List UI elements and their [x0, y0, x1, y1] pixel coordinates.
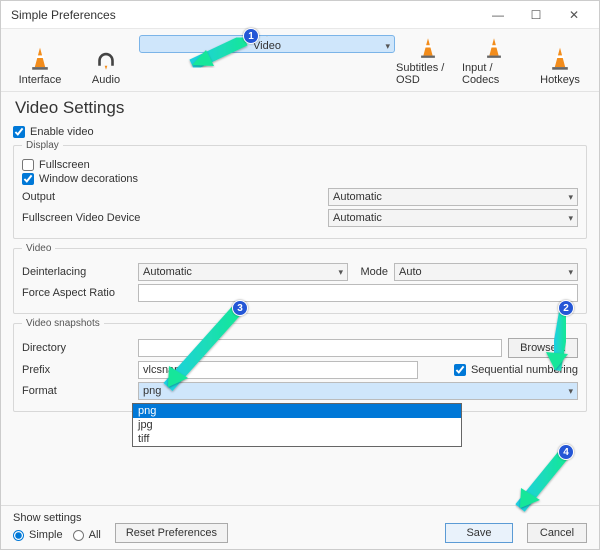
prefix-label: Prefix: [22, 364, 132, 376]
cone-icon: [547, 45, 573, 71]
directory-label: Directory: [22, 342, 132, 354]
group-legend: Video snapshots: [22, 318, 104, 329]
aspectratio-label: Force Aspect Ratio: [22, 287, 132, 299]
headphones-icon: [93, 45, 119, 71]
cone-icon: [27, 45, 53, 71]
page-title: Video Settings: [1, 92, 599, 120]
format-option-tiff[interactable]: tiff: [133, 432, 461, 446]
deinterlacing-select[interactable]: Automatic: [138, 263, 348, 281]
window-title: Simple Preferences: [7, 8, 479, 22]
maximize-button[interactable]: ☐: [517, 5, 555, 25]
tab-label: Interface: [19, 74, 62, 86]
checkbox-icon[interactable]: [22, 173, 34, 185]
group-legend: Video: [22, 243, 55, 254]
minimize-button[interactable]: —: [479, 5, 517, 25]
checkbox-icon[interactable]: [454, 364, 466, 376]
checkbox-label: Enable video: [30, 126, 94, 138]
fsdevice-label: Fullscreen Video Device: [22, 212, 182, 224]
close-button[interactable]: ✕: [555, 5, 593, 25]
format-label: Format: [22, 385, 132, 397]
windowdecorations-checkbox[interactable]: Window decorations: [22, 173, 578, 185]
titlebar: Simple Preferences — ☐ ✕: [1, 1, 599, 29]
format-select[interactable]: png: [138, 382, 578, 400]
tab-interface[interactable]: Interface: [7, 35, 73, 91]
enable-video-checkbox[interactable]: Enable video: [13, 126, 587, 138]
format-option-png[interactable]: png: [133, 404, 461, 418]
reset-preferences-button[interactable]: Reset Preferences: [115, 523, 228, 543]
cancel-button[interactable]: Cancel: [527, 523, 587, 543]
tab-label: Video: [253, 40, 281, 52]
tab-audio[interactable]: Audio: [73, 35, 139, 91]
format-dropdown[interactable]: png jpg tiff: [132, 403, 462, 447]
tab-label: Hotkeys: [540, 74, 580, 86]
radio-simple[interactable]: Simple: [13, 529, 63, 541]
mode-select[interactable]: Auto: [394, 263, 578, 281]
group-legend: Display: [22, 140, 63, 151]
tab-label: Subtitles / OSD: [396, 62, 460, 86]
display-group: Display Fullscreen Window decorations Ou…: [13, 140, 587, 239]
tab-input-codecs[interactable]: Input / Codecs: [461, 35, 527, 91]
browse-button[interactable]: Browse...: [508, 338, 578, 358]
aspectratio-input[interactable]: [138, 284, 578, 302]
tab-label: Input / Codecs: [462, 62, 526, 86]
checkbox-label: Sequential numbering: [471, 364, 578, 376]
video-group: Video Deinterlacing Automatic Mode Auto …: [13, 243, 587, 314]
save-button[interactable]: Save: [445, 523, 513, 543]
cone-icon: [481, 36, 507, 59]
fsdevice-select[interactable]: Automatic: [328, 209, 578, 227]
snapshots-group: Video snapshots Directory Browse... Pref…: [13, 318, 587, 412]
output-label: Output: [22, 191, 132, 203]
directory-input[interactable]: [138, 339, 502, 357]
category-tabs: Interface Audio Video Subtitles / OSD In…: [1, 29, 599, 92]
footer-bar: Show settings Simple All Reset Preferenc…: [1, 505, 599, 549]
deinterlacing-label: Deinterlacing: [22, 266, 132, 278]
cone-icon: [254, 36, 280, 37]
checkbox-icon[interactable]: [13, 126, 25, 138]
cone-icon: [415, 36, 441, 59]
tab-hotkeys[interactable]: Hotkeys: [527, 35, 593, 91]
mode-label: Mode: [354, 266, 388, 278]
prefix-input[interactable]: [138, 361, 418, 379]
checkbox-icon[interactable]: [22, 159, 34, 171]
checkbox-label: Fullscreen: [39, 159, 90, 171]
sequential-checkbox[interactable]: Sequential numbering: [424, 364, 578, 376]
fullscreen-checkbox[interactable]: Fullscreen: [22, 159, 578, 171]
radio-all[interactable]: All: [73, 529, 101, 541]
output-select[interactable]: Automatic: [328, 188, 578, 206]
checkbox-label: Window decorations: [39, 173, 138, 185]
tab-subtitles[interactable]: Subtitles / OSD: [395, 35, 461, 91]
format-option-jpg[interactable]: jpg: [133, 418, 461, 432]
tab-video[interactable]: Video: [139, 35, 395, 53]
tab-label: Audio: [92, 74, 120, 86]
show-settings-label: Show settings: [13, 512, 101, 524]
